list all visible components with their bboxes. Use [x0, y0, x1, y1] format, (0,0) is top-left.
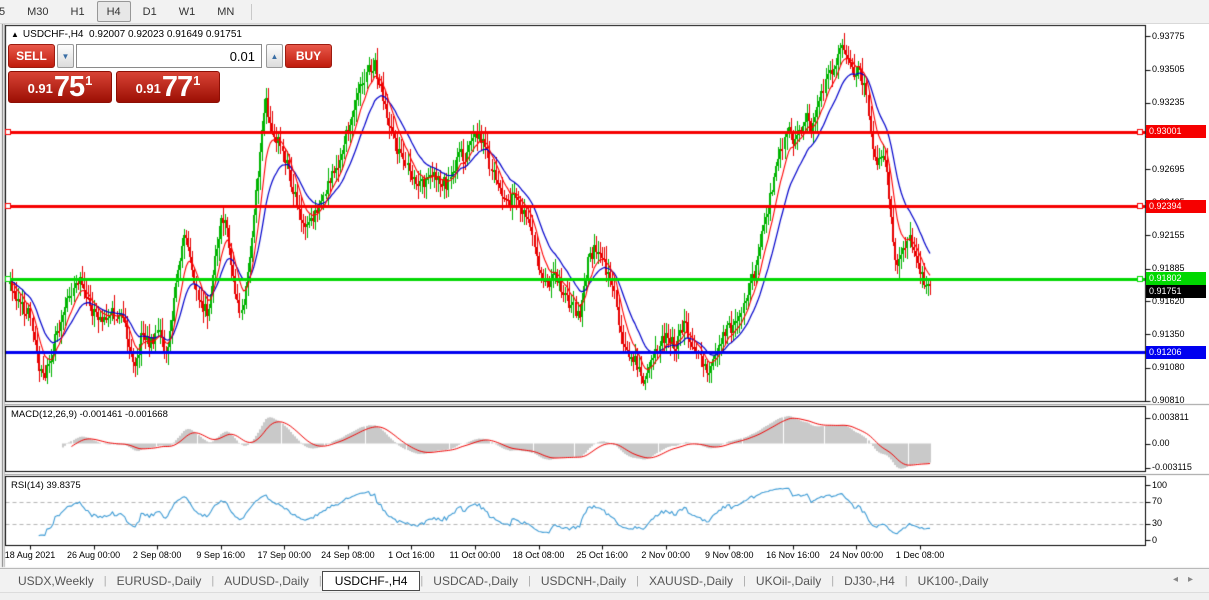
- timeframe-button-w1[interactable]: W1: [169, 1, 206, 22]
- buy-price-prefix: 0.91: [136, 78, 161, 100]
- date-label: 25 Oct 16:00: [576, 550, 628, 560]
- price-level-badge: 0.91802: [1146, 272, 1206, 285]
- macd-label: MACD(12,26,9) -0.001461 -0.001668: [11, 409, 168, 420]
- macd-axis-tick: 0.003811: [1152, 412, 1189, 422]
- date-label: 11 Oct 00:00: [450, 550, 501, 560]
- rsi-axis-tick: 70: [1152, 496, 1162, 506]
- current-price-badge: 0.91751: [1146, 285, 1206, 298]
- price-level-badge: 0.93001: [1146, 125, 1206, 138]
- rsi-label: RSI(14) 39.8375: [11, 480, 81, 491]
- timeframe-button-d1[interactable]: D1: [133, 1, 167, 22]
- timeframe-toolbar: 5M30H1H4D1W1MN: [0, 0, 1209, 24]
- sell-price-pip: 1: [85, 76, 92, 86]
- date-label: 18 Aug 2021: [5, 550, 56, 560]
- chart-tab-ukoil-[interactable]: UKOil-,Daily: [746, 572, 831, 590]
- chart-tab-eurusd-[interactable]: EURUSD-,Daily: [107, 572, 212, 590]
- chart-tab-audusd-[interactable]: AUDUSD-,Daily: [214, 572, 319, 590]
- price-level-badge: 0.91206: [1146, 346, 1206, 359]
- chevron-up-icon: ▲: [271, 52, 279, 61]
- sell-button[interactable]: SELL: [8, 44, 55, 68]
- date-label: 18 Oct 08:00: [513, 550, 565, 560]
- price-tick: 0.93235: [1152, 97, 1185, 107]
- chart-tab-xauusd-[interactable]: XAUUSD-,Daily: [639, 572, 743, 590]
- date-label: 2 Nov 00:00: [641, 550, 690, 560]
- chart-symbol-period: USDCHF-,H4: [23, 29, 84, 40]
- price-tick: 0.92155: [1152, 230, 1185, 240]
- date-label: 16 Nov 16:00: [766, 550, 820, 560]
- volume-decrease-button[interactable]: ▼: [57, 44, 74, 68]
- timeframe-button-mn[interactable]: MN: [207, 1, 244, 22]
- chevron-down-icon: ▼: [62, 52, 70, 61]
- price-tick: 0.93505: [1152, 64, 1185, 74]
- timeframe-button-5[interactable]: 5: [0, 1, 15, 22]
- date-label: 1 Dec 08:00: [896, 550, 945, 560]
- date-label: 1 Oct 16:00: [388, 550, 435, 560]
- price-level-badge: 0.92394: [1146, 200, 1206, 213]
- timeframe-button-h4[interactable]: H4: [97, 1, 131, 22]
- chart-tab-usdchf-[interactable]: USDCHF-,H4: [322, 571, 421, 591]
- volume-input[interactable]: [76, 44, 262, 68]
- buy-price-pip: 1: [193, 76, 200, 86]
- price-tick: 0.92695: [1152, 164, 1185, 174]
- buy-price-big: 77: [162, 74, 192, 100]
- status-bar: [0, 592, 1209, 600]
- price-tick: 0.93775: [1152, 31, 1185, 41]
- date-label: 24 Nov 00:00: [830, 550, 884, 560]
- chart-tab-dj30-[interactable]: DJ30-,H4: [834, 572, 905, 590]
- sell-price-prefix: 0.91: [28, 78, 53, 100]
- tab-scroll-left-icon[interactable]: ◂: [1173, 574, 1188, 585]
- date-label: 9 Nov 08:00: [705, 550, 754, 560]
- price-tick: 0.91350: [1152, 329, 1185, 339]
- date-label: 9 Sep 16:00: [196, 550, 245, 560]
- sell-price-big: 75: [54, 74, 84, 100]
- price-tick: 0.90810: [1152, 395, 1185, 405]
- volume-increase-button[interactable]: ▲: [266, 44, 283, 68]
- toolbar-separator: [251, 4, 252, 20]
- macd-axis-tick: -0.003115: [1152, 462, 1192, 472]
- macd-axis-tick: 0.00: [1152, 438, 1170, 448]
- chart-tab-usdcnh-[interactable]: USDCNH-,Daily: [531, 572, 636, 590]
- rsi-axis-tick: 30: [1152, 518, 1162, 528]
- timeframe-button-m30[interactable]: M30: [17, 1, 58, 22]
- chart-ohlc-values: 0.92007 0.92023 0.91649 0.91751: [89, 29, 242, 40]
- date-label: 2 Sep 08:00: [133, 550, 182, 560]
- chart-tab-uk100-[interactable]: UK100-,Daily: [908, 572, 999, 590]
- tab-scroll-right-icon[interactable]: ▸: [1188, 574, 1203, 585]
- rsi-axis-tick: 0: [1152, 535, 1157, 545]
- trading-terminal-window: 5M30H1H4D1W1MN ▲ USDCHF-,H4 0.92007 0.920…: [0, 0, 1209, 600]
- chart-tab-usdcad-[interactable]: USDCAD-,Daily: [423, 572, 528, 590]
- price-tick: 0.91080: [1152, 362, 1185, 372]
- collapse-panel-icon[interactable]: ▲: [11, 30, 19, 39]
- chart-title: ▲ USDCHF-,H4 0.92007 0.92023 0.91649 0.91…: [11, 29, 242, 40]
- date-label: 17 Sep 00:00: [258, 550, 312, 560]
- tab-scroll-arrows: ◂▸: [1173, 574, 1203, 585]
- chart-tab-usdx[interactable]: USDX,Weekly: [8, 572, 104, 590]
- sell-price-box[interactable]: 0.91 75 1: [8, 71, 112, 103]
- date-label: 26 Aug 00:00: [67, 550, 120, 560]
- buy-price-box[interactable]: 0.91 77 1: [116, 71, 220, 103]
- rsi-axis-tick: 100: [1152, 480, 1167, 490]
- date-label: 24 Sep 08:00: [321, 550, 375, 560]
- buy-button[interactable]: BUY: [285, 44, 332, 68]
- chart-tab-bar: USDX,Weekly|EURUSD-,Daily|AUDUSD-,Daily|…: [0, 568, 1209, 593]
- one-click-trade-panel: SELL ▼ ▲ BUY 0.91 75 1 0.91 77 1: [8, 44, 222, 103]
- timeframe-button-h1[interactable]: H1: [61, 1, 95, 22]
